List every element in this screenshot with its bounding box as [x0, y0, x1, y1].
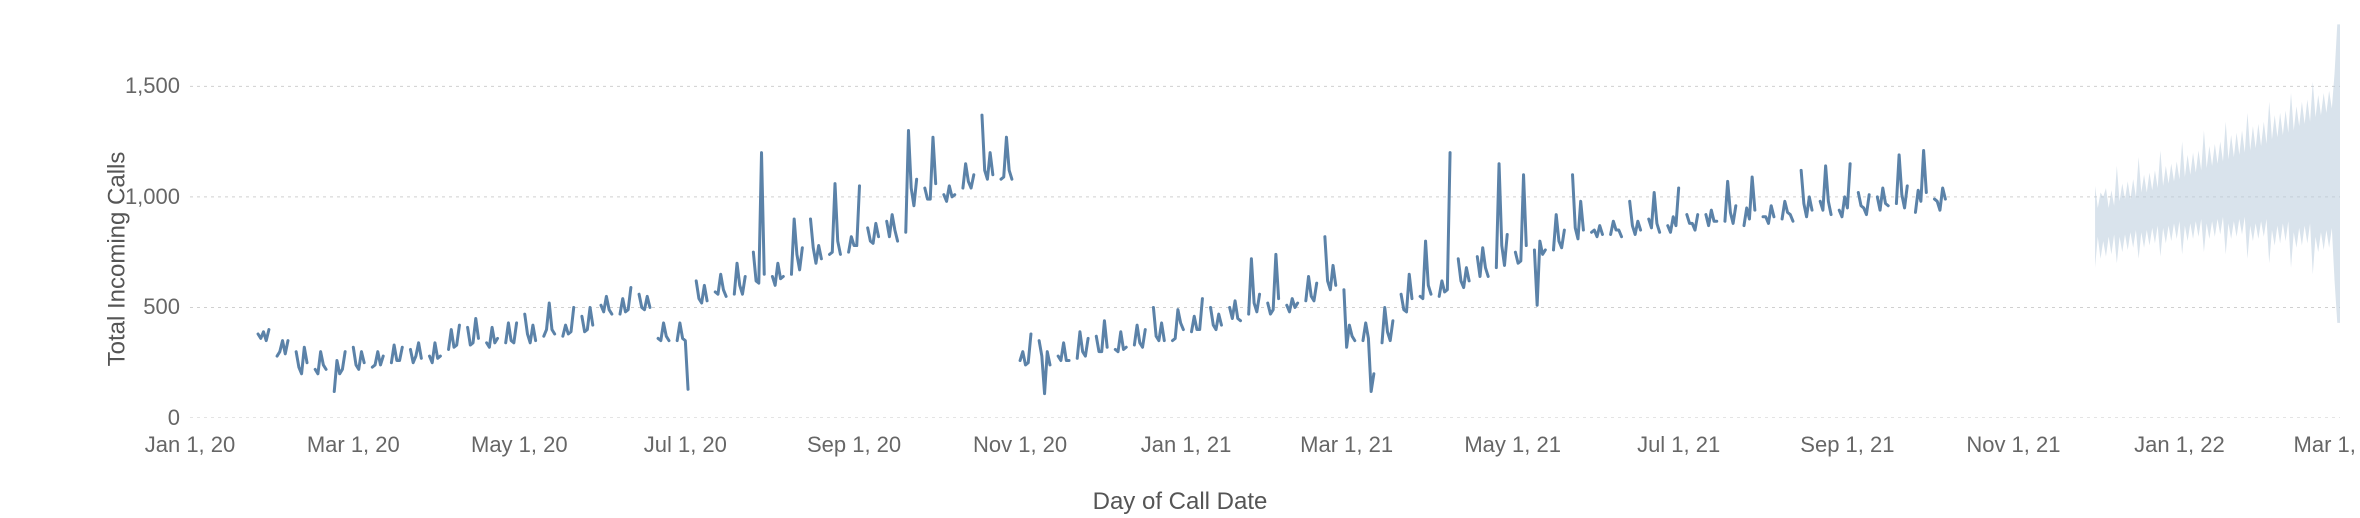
x-tick-label: May 1, 21: [1464, 432, 1561, 458]
x-tick-label: Jan 1, 22: [2134, 432, 2225, 458]
x-axis-title: Day of Call Date: [1093, 488, 1268, 516]
y-tick-label: 1,500: [125, 73, 180, 99]
x-tick-label: Nov 1, 20: [973, 432, 1067, 458]
chart-container: Total Incoming Calls 05001,0001,500Jan 1…: [0, 0, 2360, 518]
x-tick-label: Jan 1, 20: [145, 432, 236, 458]
x-tick-label: Jan 1, 21: [1141, 432, 1232, 458]
x-tick-label: May 1, 20: [471, 432, 568, 458]
x-tick-label: Mar 1, 20: [307, 432, 400, 458]
x-tick-label: Sep 1, 21: [1800, 432, 1894, 458]
forecast-confidence-band: [2095, 24, 2340, 323]
x-tick-label: Jul 1, 20: [644, 432, 727, 458]
y-tick-label: 500: [143, 294, 180, 320]
plot-svg: [190, 20, 2340, 418]
x-tick-label: Nov 1, 21: [1966, 432, 2060, 458]
x-tick-label: Mar 1, 22: [2294, 432, 2360, 458]
x-tick-label: Sep 1, 20: [807, 432, 901, 458]
x-tick-label: Jul 1, 21: [1637, 432, 1720, 458]
x-tick-label: Mar 1, 21: [1300, 432, 1393, 458]
calls-line: [258, 115, 1945, 394]
plot-area: 05001,0001,500Jan 1, 20Mar 1, 20May 1, 2…: [190, 20, 2340, 418]
y-tick-label: 1,000: [125, 184, 180, 210]
y-tick-label: 0: [168, 405, 180, 431]
